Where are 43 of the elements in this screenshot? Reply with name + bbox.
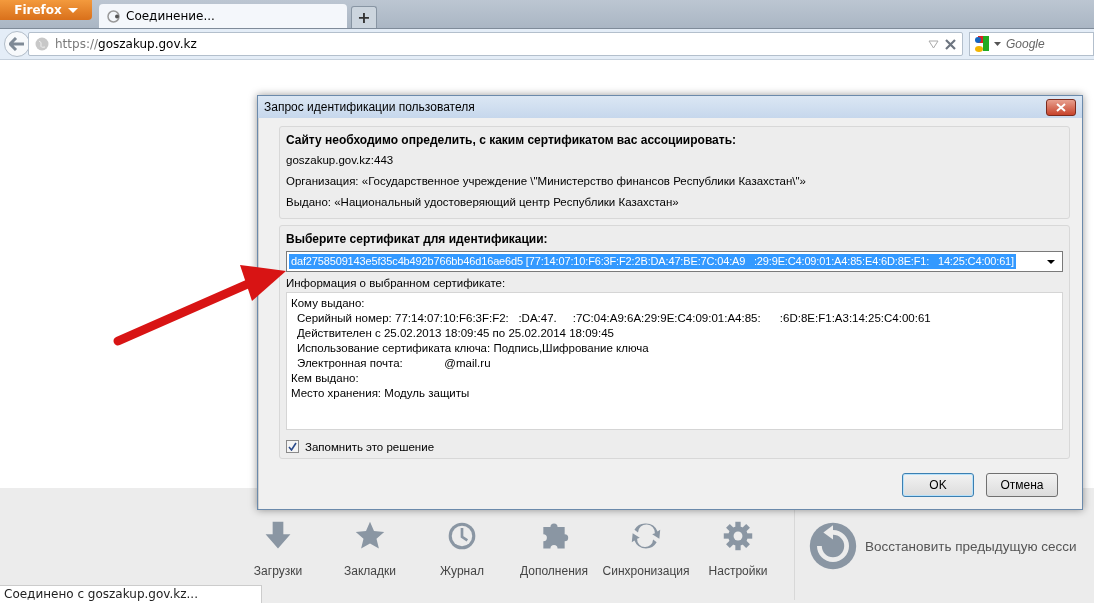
info-text: Организация: «Государственное учреждение \"Министерство финансов Республики Казахстан\"» <box>286 174 807 189</box>
clock-icon <box>446 520 478 552</box>
launcher-item[interactable]: Дополнения <box>508 520 600 578</box>
field-label: Информация о выбранном сертификате: <box>286 276 507 291</box>
caret-icon[interactable] <box>994 42 1001 46</box>
section-heading: Сайту необходимо определить, с каким сертификатом вас ассоциировать: <box>286 132 738 149</box>
new-tab-button[interactable]: + <box>351 6 377 28</box>
address-bar[interactable]: https://goszakup.gov.kz <box>28 32 963 56</box>
checkmark-icon <box>288 442 297 451</box>
search-engine-icon <box>973 35 991 53</box>
browser-tab[interactable]: Соединение... <box>99 4 347 28</box>
info-text: Выдано: «Национальный удостоверяющий центр Республики Казахстан» <box>286 195 680 210</box>
close-icon[interactable] <box>945 38 956 50</box>
detail-line: Серийный номер: 77:14:07:10:F6:3F:F2: :DA:47. :7C:04:A9:6A:29:9E:C4:09:01:A4:85: :6D:8E:F1:A3:14:25:C4:00:61 <box>296 311 932 326</box>
globe-icon <box>35 37 49 51</box>
dialog-button[interactable]: Отмена <box>986 473 1058 497</box>
detail-line: Действителен с 25.02.2013 18:09:45 по 25.02.2014 18:09:45 <box>296 326 615 341</box>
launcher-item[interactable]: Журнал <box>416 520 508 578</box>
remember-checkbox[interactable]: Запомнить это решение <box>286 440 435 453</box>
info-text: goszakup.gov.kz:443 <box>286 153 395 168</box>
detail-line: Место хранения: Модуль защиты <box>291 386 471 401</box>
detail-line: Электронная почта: @mail.ru <box>296 356 492 371</box>
launcher-item[interactable]: Загрузки <box>232 520 324 578</box>
restore-icon <box>809 522 857 570</box>
gear-icon <box>722 520 754 552</box>
window-title: Запрос идентификации пользователя <box>264 100 476 114</box>
dialog-button[interactable]: OK <box>902 473 974 497</box>
loading-icon <box>107 9 120 23</box>
section-heading: Выберите сертификат для идентификации: <box>286 231 549 248</box>
detail-line: Кем выдано: <box>291 371 360 386</box>
back-button[interactable] <box>4 31 30 57</box>
caret-icon <box>1047 259 1055 264</box>
detail-line: Кому выдано: <box>291 296 366 311</box>
detail-line: Использование сертификата ключа: Подпись,Шифрование ключа <box>296 341 650 356</box>
restore-session-button[interactable]: Восстановить предыдущую сесси <box>809 522 1077 570</box>
launcher-item[interactable]: Закладки <box>324 520 416 578</box>
launcher-item[interactable]: Синхронизация <box>600 520 692 578</box>
status-bar: Соединено с goszakup.gov.kz... <box>0 585 262 603</box>
close-icon <box>1056 102 1066 112</box>
close-button[interactable] <box>1046 98 1076 116</box>
search-field[interactable]: Google <box>969 32 1094 56</box>
launcher-item[interactable]: Настройки <box>692 520 784 578</box>
back-arrow-icon <box>9 37 25 51</box>
